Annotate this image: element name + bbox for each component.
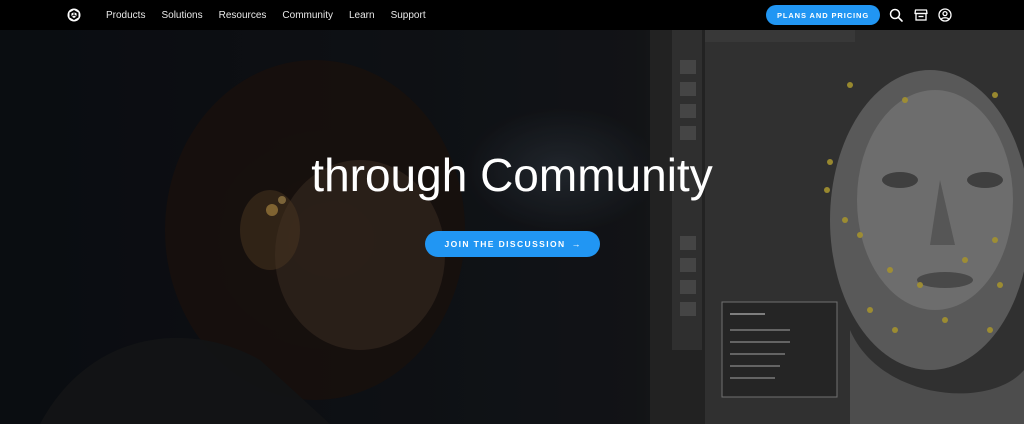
main-nav: Products Solutions Resources Community L… xyxy=(106,0,442,30)
nav-resources[interactable]: Resources xyxy=(219,10,267,21)
join-discussion-label: JOIN THE DISCUSSION xyxy=(444,239,566,249)
store-icon[interactable] xyxy=(913,7,929,23)
search-icon[interactable] xyxy=(888,7,904,23)
nav-learn[interactable]: Learn xyxy=(349,10,375,21)
plans-and-pricing-button[interactable]: PLANS AND PRICING xyxy=(766,5,880,25)
hero-section: through Community JOIN THE DISCUSSION → xyxy=(0,30,1024,424)
hero-headline: through Community xyxy=(311,149,713,201)
join-discussion-button[interactable]: JOIN THE DISCUSSION → xyxy=(425,231,600,257)
nav-solutions[interactable]: Solutions xyxy=(161,10,202,21)
top-navigation-bar: Products Solutions Resources Community L… xyxy=(0,0,1024,30)
nav-community[interactable]: Community xyxy=(282,10,333,21)
account-icon[interactable] xyxy=(937,7,953,23)
arrow-right-icon: → xyxy=(571,239,581,249)
nav-products[interactable]: Products xyxy=(106,10,145,21)
unity-logo-icon[interactable] xyxy=(66,7,82,23)
hero-dim-overlay xyxy=(0,30,1024,424)
nav-support[interactable]: Support xyxy=(391,10,426,21)
